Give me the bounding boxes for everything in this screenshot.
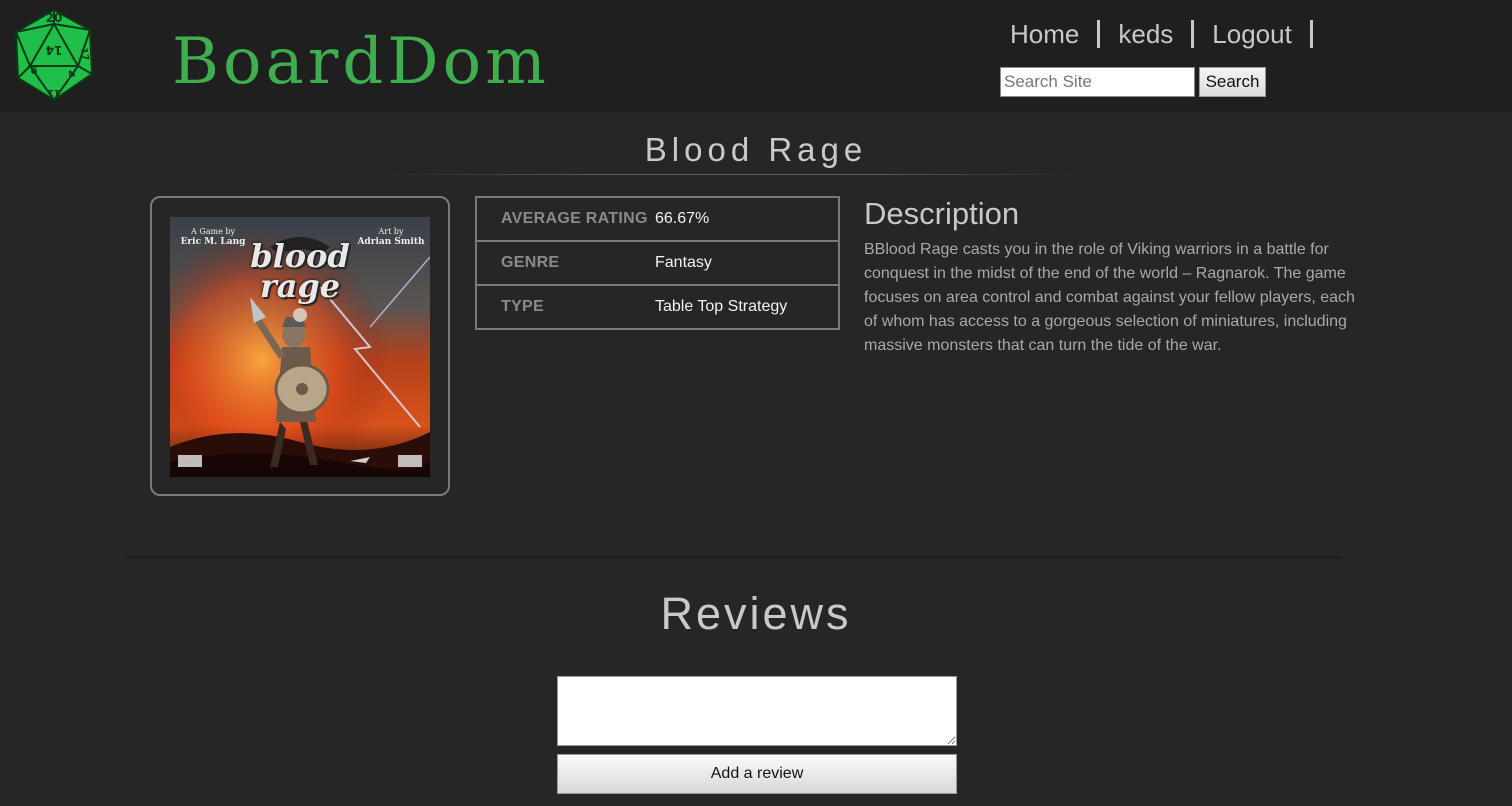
- die-face-14: 14: [46, 43, 63, 57]
- stat-key: Average Rating: [475, 196, 653, 242]
- main-nav: Home keds Logout: [992, 18, 1313, 50]
- d20-die-icon[interactable]: 20 14 6 4 17 11: [14, 8, 94, 102]
- site-header: 20 14 6 4 17 11 BoardDom Home keds Logou…: [0, 0, 1512, 112]
- die-face-11: 11: [48, 87, 61, 97]
- game-cover-image: A Game by Eric M. Lang Art by Adrian Smi…: [170, 217, 430, 477]
- review-textarea[interactable]: [557, 676, 957, 746]
- search-input[interactable]: [1000, 67, 1195, 97]
- description-text: BBlood Rage casts you in the role of Vik…: [864, 241, 1355, 354]
- stat-row: Genre Fantasy: [475, 240, 840, 286]
- stat-key: Type: [475, 284, 653, 330]
- game-title: Blood Rage: [644, 131, 868, 168]
- section-divider: [127, 556, 1343, 559]
- cover-title: blood rage: [170, 240, 430, 305]
- cover-credit-label: Art by: [378, 227, 404, 236]
- nav-home-link[interactable]: Home: [992, 18, 1097, 50]
- description-heading: Description: [864, 196, 1020, 231]
- cover-frame: A Game by Eric M. Lang Art by Adrian Smi…: [150, 196, 450, 496]
- nav-user-link[interactable]: keds: [1100, 18, 1191, 50]
- title-divider: [385, 174, 1085, 175]
- cover-credit-label: A Game by: [191, 227, 235, 236]
- add-review-button[interactable]: Add a review: [557, 754, 957, 794]
- cover-title-line: rage: [259, 267, 341, 305]
- stat-key: Genre: [475, 240, 653, 286]
- reviews-heading: Reviews: [660, 588, 852, 639]
- stat-value: Fantasy: [653, 240, 840, 286]
- search-button[interactable]: Search: [1199, 67, 1266, 97]
- die-face-6: 6: [31, 66, 38, 77]
- stat-value: Table Top Strategy: [653, 284, 840, 330]
- stat-row: Type Table Top Strategy: [475, 284, 840, 330]
- site-brand[interactable]: BoardDom: [172, 22, 550, 102]
- stat-row: Average Rating 66.67%: [475, 196, 840, 242]
- nav-logout-link[interactable]: Logout: [1194, 18, 1310, 50]
- nav-separator: [1309, 20, 1313, 48]
- game-stats-table: Average Rating 66.67% Genre Fantasy Type…: [475, 196, 840, 330]
- die-face-20: 20: [46, 11, 63, 25]
- stat-value: 66.67%: [653, 196, 840, 242]
